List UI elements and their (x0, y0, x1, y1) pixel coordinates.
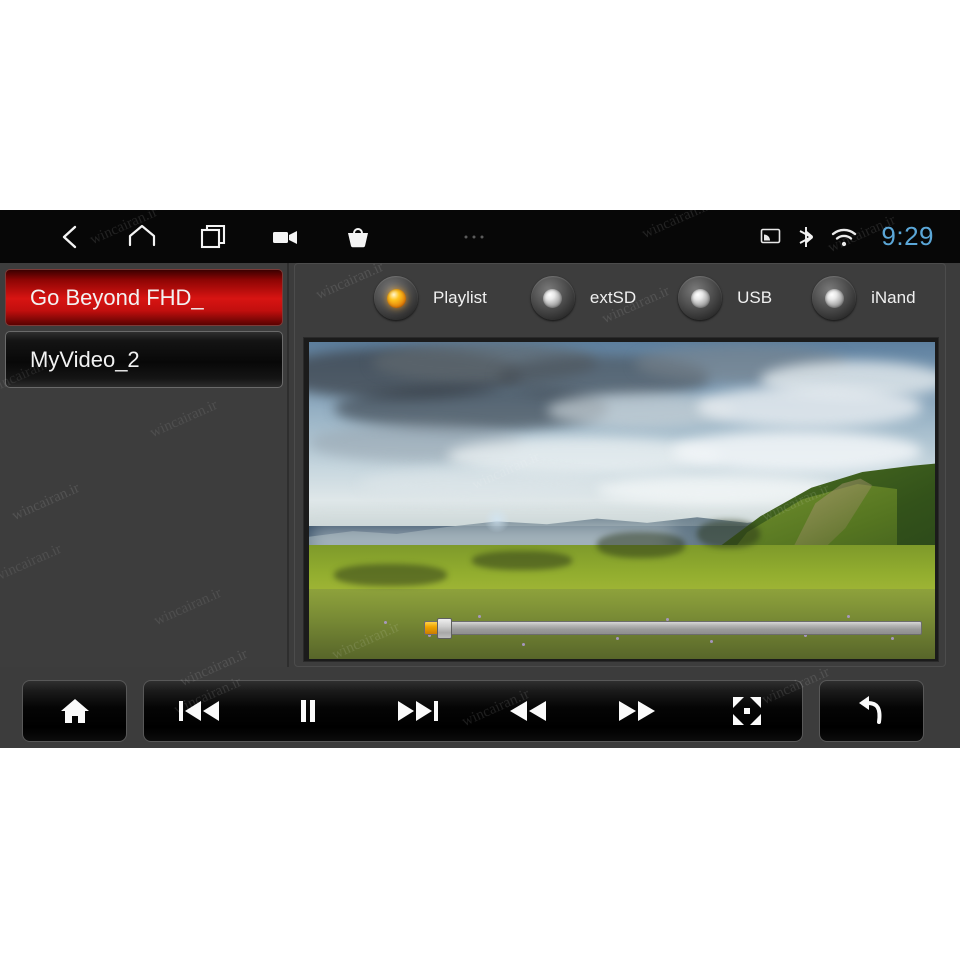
source-label: Playlist (433, 288, 487, 307)
radio-knob (678, 276, 723, 320)
media-panel: Playlist extSD USB iNand (294, 263, 946, 667)
home-icon-glyph (128, 224, 156, 246)
bluetooth-icon-glyph (799, 226, 814, 247)
rewind-icon (509, 700, 546, 721)
screenshot-canvas: 9:29 Go Beyond FHD_ MyVideo_2 wincairan.… (0, 0, 960, 960)
camera-icon-glyph (273, 230, 297, 244)
list-item[interactable]: Go Beyond FHD_ (5, 269, 283, 326)
rewind-button[interactable] (491, 680, 565, 742)
source-label: extSD (589, 288, 637, 307)
transport-control-bar (0, 673, 960, 748)
source-option-extsd[interactable]: extSD (530, 276, 637, 320)
next-track-button[interactable] (381, 680, 455, 742)
status-bar-indicator-group: 9:29 (760, 210, 934, 263)
return-arrow-icon (858, 695, 881, 724)
terrain-shadow (596, 532, 685, 558)
radio-knob (530, 276, 575, 320)
list-item[interactable]: MyVideo_2 (5, 331, 283, 388)
fullscreen-icon (733, 696, 762, 725)
back-icon-glyph (62, 225, 77, 248)
playlist-item-label: Go Beyond FHD_ (30, 284, 204, 310)
home-button-group (22, 679, 127, 742)
terrain-shadow (697, 519, 760, 549)
recents-icon[interactable] (178, 210, 250, 263)
next-track-icon (398, 700, 439, 721)
playlist-panel: Go Beyond FHD_ MyVideo_2 wincairan.ir wi… (0, 263, 289, 667)
pause-button[interactable] (271, 680, 345, 742)
overflow-icon[interactable] (438, 210, 510, 263)
status-bar-clock: 9:29 (881, 221, 934, 251)
status-bar-nav-group (0, 210, 510, 263)
watermark: wincairan.ir (151, 585, 224, 630)
wifi-icon[interactable] (831, 227, 857, 247)
source-option-playlist[interactable]: Playlist (374, 276, 487, 320)
fullscreen-button[interactable] (710, 680, 784, 742)
video-surface[interactable] (309, 342, 935, 659)
radio-knob (812, 276, 857, 320)
transport-button-group (143, 679, 803, 742)
led-indicator-on (386, 288, 406, 308)
home-button[interactable] (38, 680, 112, 742)
source-label: iNand (871, 288, 916, 307)
cast-icon[interactable] (760, 228, 781, 246)
android-status-bar: 9:29 (0, 210, 960, 263)
cloud (697, 386, 923, 428)
home-icon (60, 698, 89, 723)
video-frame[interactable] (303, 337, 939, 662)
basket-icon[interactable] (322, 210, 394, 263)
watermark: wincairan.ir (0, 541, 64, 586)
recents-icon-glyph (200, 224, 226, 248)
source-selector-row: Playlist extSD USB iNand (295, 264, 945, 332)
back-icon[interactable] (34, 210, 106, 263)
playlist-item-label: MyVideo_2 (30, 346, 140, 372)
lens-flare (484, 506, 511, 533)
source-option-inand[interactable]: iNand (812, 276, 916, 320)
fast-forward-icon (619, 700, 656, 721)
seek-track[interactable] (424, 621, 922, 635)
pause-icon (301, 699, 316, 722)
terrain-shadow (471, 551, 572, 571)
seek-thumb[interactable] (436, 618, 452, 639)
back-button[interactable] (835, 680, 909, 742)
cast-icon-glyph (761, 228, 781, 243)
source-label: USB (737, 288, 773, 307)
radio-knob (374, 276, 418, 320)
bluetooth-icon[interactable] (797, 226, 815, 248)
video-seek-bar[interactable] (424, 618, 922, 639)
watermark: wincairan.ir (147, 397, 220, 442)
previous-track-button[interactable] (162, 680, 236, 742)
back-button-group (819, 679, 924, 742)
led-indicator-off (690, 288, 710, 308)
wifi-icon-glyph (832, 228, 857, 246)
camera-icon[interactable] (250, 210, 322, 263)
home-icon[interactable] (106, 210, 178, 263)
previous-track-icon (178, 700, 219, 721)
basket-icon-glyph (348, 227, 368, 247)
cloud (672, 430, 923, 472)
led-indicator-off (824, 288, 844, 308)
source-option-usb[interactable]: USB (678, 276, 772, 320)
overflow-icon-glyph (464, 235, 484, 238)
terrain-shadow (334, 563, 447, 587)
led-indicator-off (543, 288, 563, 308)
fast-forward-button[interactable] (600, 680, 674, 742)
